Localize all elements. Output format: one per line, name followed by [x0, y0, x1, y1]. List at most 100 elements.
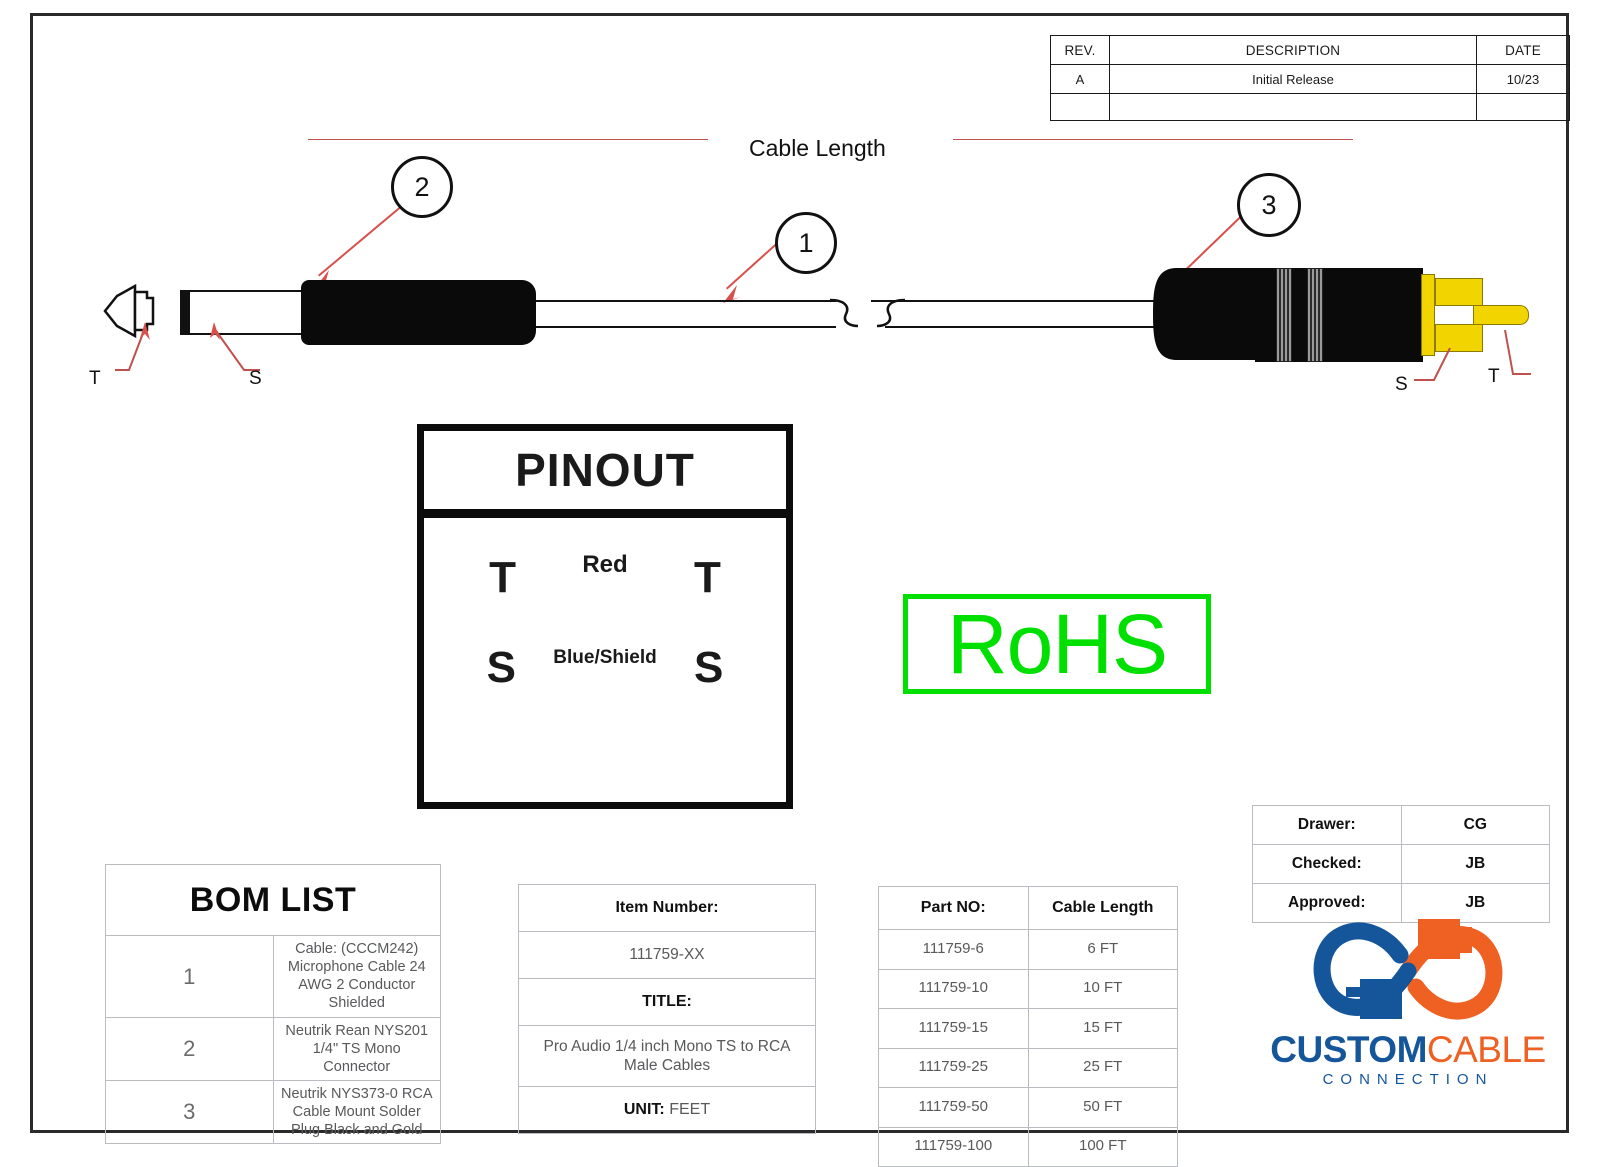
rca-center-pin — [1473, 305, 1529, 325]
part-row-1-length: 6 FT — [1027, 929, 1178, 970]
part-row-6-part: 111759-100 — [878, 1126, 1029, 1167]
cable-bottom-right — [885, 326, 1156, 328]
part-row-1-part: 111759-6 — [878, 929, 1029, 970]
revision-cell-date: 10/23 — [1476, 64, 1570, 94]
part-row-2-length: 10 FT — [1027, 968, 1178, 1009]
part-number-table: Part NO: Cable Length 111759-6 6 FT 1117… — [878, 886, 1178, 1167]
part-header-part-no: Part NO: — [878, 886, 1029, 930]
unit-row: UNIT: FEET — [518, 1086, 816, 1134]
balloon-2-number: 2 — [414, 171, 430, 202]
bom-title: BOM LIST — [105, 864, 441, 936]
table-row: Checked: JB — [1252, 844, 1550, 884]
table-row: Pro Audio 1/4 inch Mono TS to RCA Male C… — [518, 1025, 816, 1087]
logo-wordmark: CUSTOMCABLE — [1198, 1029, 1600, 1071]
pinout-box: PINOUT T Red T S Blue/Shield S — [417, 424, 793, 809]
drawing-frame: REV. DESCRIPTION DATE A Initial Release … — [30, 13, 1570, 1167]
bom-row-1-description: Cable: (CCCM242) Microphone Cable 24 AWG… — [272, 935, 441, 1018]
table-row: A Initial Release 10/23 — [1050, 64, 1570, 94]
pinout-row-tip-wire-label: Red — [582, 551, 628, 578]
cable-top-right — [871, 300, 1156, 302]
table-row: 111759-10 10 FT — [878, 968, 1178, 1009]
part-row-3-length: 15 FT — [1027, 1008, 1178, 1049]
balloon-1-arrowhead — [723, 285, 741, 303]
table-row — [1050, 93, 1570, 121]
approval-drawer-label: Drawer: — [1252, 805, 1402, 845]
part-table-header: Part NO: Cable Length — [878, 886, 1178, 930]
cable-break-symbol-left — [829, 298, 859, 328]
unit-label: UNIT: — [623, 1101, 665, 1118]
rca-sleeve-label: S — [1395, 374, 1408, 395]
part-row-6-length: 100 FT — [1027, 1126, 1178, 1167]
revision-table-header: REV. DESCRIPTION DATE — [1050, 35, 1570, 65]
revision-cell-description-empty — [1109, 93, 1477, 121]
item-number-label: Item Number: — [518, 884, 816, 932]
revision-header-description: DESCRIPTION — [1109, 35, 1477, 65]
item-number-table: Item Number: 111759-XX TITLE: Pro Audio … — [518, 884, 816, 1134]
ts-tip-leader — [115, 322, 150, 371]
table-row: 111759-15 15 FT — [878, 1008, 1178, 1049]
revision-cell-description: Initial Release — [1109, 64, 1477, 94]
revision-header-date: DATE — [1476, 35, 1570, 65]
pinout-row-tip: T Red T — [424, 551, 786, 602]
pinout-row-sleeve-right: S — [694, 643, 724, 692]
item-number-value: 111759-XX — [518, 931, 816, 979]
approval-drawer-value: CG — [1400, 805, 1550, 845]
revision-table: REV. DESCRIPTION DATE A Initial Release … — [1050, 35, 1570, 121]
bom-row-3-number: 3 — [105, 1079, 274, 1145]
pinout-row-tip-right: T — [694, 553, 721, 602]
cable-break-symbol-right — [876, 298, 906, 328]
company-logo: CUSTOMCABLE CONNECTION — [1270, 911, 1546, 1101]
approval-checked-label: Checked: — [1252, 844, 1402, 884]
revision-header-rev: REV. — [1050, 35, 1110, 65]
bom-row-1-number: 1 — [105, 935, 274, 1018]
balloon-3: 3 — [1237, 173, 1301, 237]
table-row: 111759-XX — [518, 931, 816, 979]
ts-tip-label: T — [89, 368, 101, 389]
title-value: Pro Audio 1/4 inch Mono TS to RCA Male C… — [518, 1025, 816, 1087]
ts-plug-body — [301, 280, 536, 345]
bom-table: BOM LIST 1 Cable: (CCCM242) Microphone C… — [105, 864, 441, 1145]
revision-cell-rev-empty — [1050, 93, 1110, 121]
revision-cell-date-empty — [1476, 93, 1570, 121]
logo-tagline: CONNECTION — [1322, 1071, 1494, 1088]
pinout-title: PINOUT — [515, 444, 695, 496]
revision-cell-rev: A — [1050, 64, 1110, 94]
rca-tip-label: T — [1488, 366, 1500, 387]
part-row-4-length: 25 FT — [1027, 1047, 1178, 1088]
logo-word-cable: CABLE — [1426, 1029, 1546, 1070]
infinity-cable-logo-icon — [1313, 919, 1503, 1020]
logo-word-custom: CUSTOM — [1270, 1029, 1427, 1070]
pinout-divider — [424, 509, 786, 518]
approval-checked-value: JB — [1400, 844, 1550, 884]
ts-sleeve-leader — [210, 322, 260, 371]
rca-knurled-ring-1 — [1276, 268, 1292, 362]
table-row: 111759-25 25 FT — [878, 1047, 1178, 1088]
table-row: TITLE: — [518, 978, 816, 1026]
unit-value: FEET — [669, 1101, 711, 1118]
balloon-2: 2 — [391, 156, 453, 218]
cable-top-left — [536, 300, 836, 302]
rohs-label: RoHS — [946, 597, 1168, 691]
cable-length-label: Cable Length — [749, 135, 886, 161]
rca-knurled-ring-2 — [1307, 268, 1323, 362]
table-row: 111759-6 6 FT — [878, 929, 1178, 970]
cable-length-dimension-line-left — [308, 139, 708, 140]
balloon-3-number: 3 — [1261, 189, 1277, 220]
table-row: 2 Neutrik Rean NYS201 1/4" TS Mono Conne… — [105, 1016, 441, 1081]
cable-length-dimension-line-right — [953, 139, 1353, 140]
part-header-cable-length: Cable Length — [1027, 886, 1178, 930]
bom-title-row: BOM LIST — [105, 864, 441, 936]
table-row: 1 Cable: (CCCM242) Microphone Cable 24 A… — [105, 935, 441, 1018]
bom-row-3-description: Neutrik NYS373-0 RCA Cable Mount Solder … — [272, 1079, 441, 1145]
pinout-rows: T Red T S Blue/Shield S — [424, 518, 786, 690]
table-row: 3 Neutrik NYS373-0 RCA Cable Mount Solde… — [105, 1079, 441, 1145]
bom-row-2-number: 2 — [105, 1016, 274, 1081]
part-row-3-part: 111759-15 — [878, 1008, 1029, 1049]
pinout-row-sleeve-wire-label: Blue/Shield — [553, 647, 657, 668]
bom-row-2-description: Neutrik Rean NYS201 1/4" TS Mono Connect… — [272, 1016, 441, 1081]
table-row: 111759-50 50 FT — [878, 1087, 1178, 1128]
ts-sleeve-label: S — [249, 368, 262, 389]
table-row: Item Number: — [518, 884, 816, 932]
part-row-2-part: 111759-10 — [878, 968, 1029, 1009]
balloon-1-number: 1 — [798, 227, 814, 258]
